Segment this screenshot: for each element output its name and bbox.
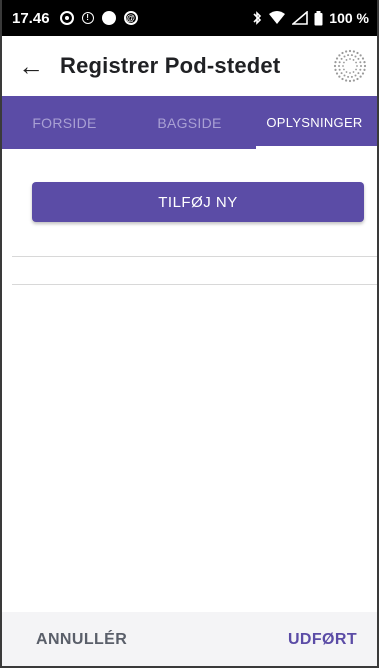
tab-oplysninger[interactable]: OPLYSNINGER bbox=[252, 96, 377, 149]
bottom-action-bar: ANNULLÉR UDFØRT bbox=[2, 612, 377, 666]
page-title: Registrer Pod-stedet bbox=[60, 53, 281, 78]
tab-forside[interactable]: FORSIDE bbox=[2, 96, 127, 149]
app-bar: ← Registrer Pod-stedet bbox=[2, 36, 377, 96]
signal-icon bbox=[292, 11, 309, 25]
battery-percent: 100 % bbox=[329, 10, 369, 26]
done-button[interactable]: UDFØRT bbox=[288, 631, 357, 649]
status-time: 17.46 bbox=[12, 9, 50, 27]
bluetooth-icon bbox=[253, 11, 262, 25]
list-divider bbox=[12, 256, 377, 257]
battery-icon bbox=[314, 10, 323, 25]
list-divider bbox=[12, 284, 377, 285]
status-bar: 17.46 ! @ 100 % bbox=[2, 0, 377, 36]
tab-bagside[interactable]: BAGSIDE bbox=[127, 96, 252, 149]
cancel-button[interactable]: ANNULLÉR bbox=[36, 631, 127, 649]
add-new-button[interactable]: TILFØJ NY bbox=[32, 182, 364, 222]
info-icon: ! bbox=[81, 12, 94, 24]
circle-icon bbox=[101, 11, 116, 25]
wifi-icon bbox=[269, 11, 286, 24]
at-icon: @ bbox=[123, 11, 138, 25]
status-left-icons: ! @ bbox=[59, 11, 138, 25]
tab-bar: FORSIDE BAGSIDE OPLYSNINGER bbox=[2, 96, 377, 149]
back-arrow-icon[interactable]: ← bbox=[18, 51, 54, 82]
location-dot-icon bbox=[59, 11, 74, 25]
phone-screen: 17.46 ! @ 100 % ← Registrer Pod-stedet F… bbox=[0, 0, 379, 668]
details-content: TILFØJ NY bbox=[2, 149, 377, 609]
loading-spinner-icon bbox=[333, 49, 367, 83]
status-right-icons: 100 % bbox=[252, 10, 369, 26]
